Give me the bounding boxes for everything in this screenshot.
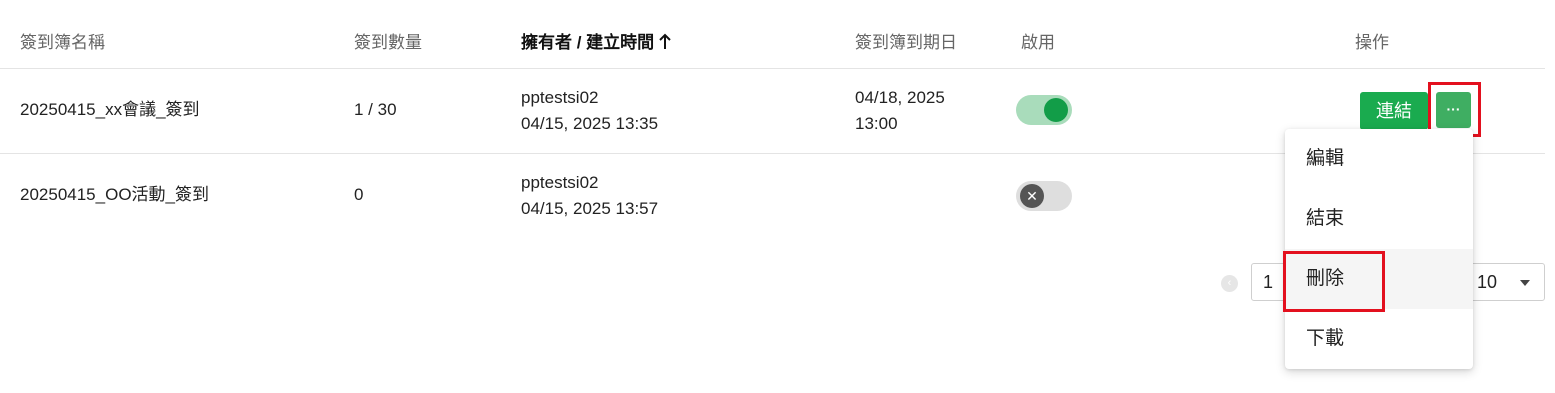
highlight-box [1283,251,1385,312]
row-end-date: 04/18, 2025 [855,88,945,107]
header-end-date[interactable]: 簽到簿到期日 [855,28,957,53]
enabled-toggle[interactable]: ✕ [1016,181,1072,211]
toggle-knob [1044,98,1068,122]
caret-down-icon [1520,280,1530,286]
signin-book-table: 簽到簿名稱 簽到數量 擁有者 / 建立時間 簽到簿到期日 啟用 操作 20250… [0,0,1555,393]
row-count: 1 / 30 [354,100,397,119]
menu-item-end[interactable]: 結束 [1285,189,1473,249]
header-enabled: 啟用 [1021,33,1055,52]
row-end-time: 13:00 [855,114,898,133]
row-owner: pptestsi02 [521,173,599,192]
header-name[interactable]: 簽到簿名稱 [20,28,105,53]
page-size-value: 10 [1477,272,1498,292]
menu-item-download[interactable]: 下載 [1285,309,1473,369]
header-owner-created-label: 擁有者 / 建立時間 [521,33,655,52]
sort-ascending-icon [658,33,672,55]
header-actions: 操作 [1355,33,1389,52]
row-created: 04/15, 2025 13:35 [521,114,659,133]
prev-page-icon[interactable]: ‹ [1221,275,1238,292]
link-button[interactable]: 連結 [1360,92,1428,130]
more-actions-menu: 編輯 結束 刪除 下載 [1285,129,1473,369]
enabled-toggle[interactable] [1016,95,1072,125]
row-owner: pptestsi02 [521,88,599,107]
row-name: 20250415_xx會議_簽到 [20,100,200,119]
row-created: 04/15, 2025 13:57 [521,199,659,218]
close-icon: ✕ [1020,184,1044,208]
row-count: 0 [354,185,364,204]
row-name: 20250415_OO活動_簽到 [20,185,209,204]
table-header: 簽到簿名稱 簽到數量 擁有者 / 建立時間 簽到簿到期日 啟用 操作 [0,0,1545,69]
header-count[interactable]: 簽到數量 [354,28,422,53]
header-owner-created[interactable]: 擁有者 / 建立時間 [521,28,672,55]
menu-item-edit[interactable]: 編輯 [1285,129,1473,189]
